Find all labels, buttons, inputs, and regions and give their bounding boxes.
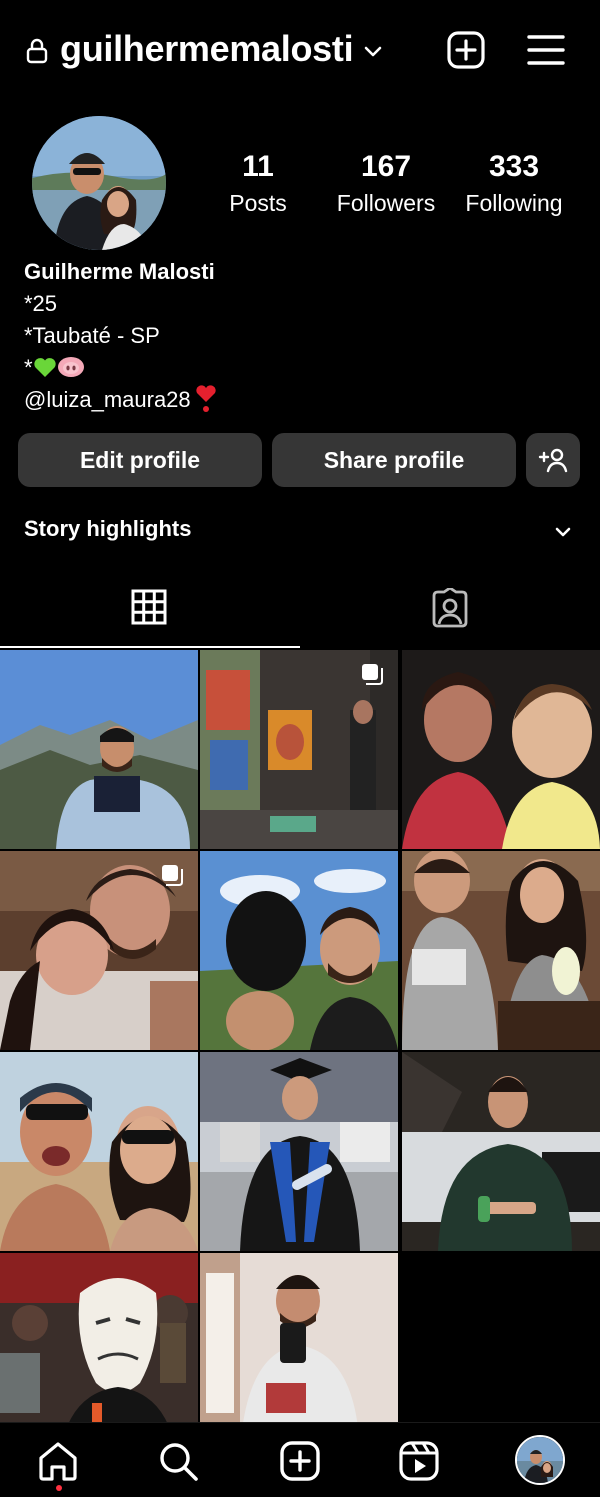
post-thumbnail[interactable] <box>402 851 600 1050</box>
pig-nose-icon <box>57 357 84 377</box>
account-switcher[interactable]: guilhermemalosti <box>60 28 354 70</box>
chevron-down-icon[interactable] <box>553 522 573 542</box>
create-icon[interactable] <box>278 1439 322 1483</box>
avatar-photo <box>32 116 166 250</box>
bio-line-location: *Taubaté - SP <box>24 323 160 348</box>
post-thumbnail[interactable] <box>0 1052 198 1251</box>
post-thumbnail[interactable] <box>402 1052 600 1251</box>
posts-count-value: 11 <box>242 150 274 183</box>
post-thumbnail[interactable] <box>200 650 398 849</box>
add-person-icon <box>538 448 568 473</box>
profile-avatar-icon[interactable] <box>515 1435 565 1485</box>
post-thumbnail[interactable] <box>200 1052 398 1251</box>
edit-profile-button[interactable]: Edit profile <box>18 433 262 487</box>
home-icon[interactable] <box>36 1439 80 1483</box>
avatar <box>517 1437 563 1483</box>
carousel-icon <box>362 664 383 685</box>
post-thumbnail[interactable] <box>200 851 398 1050</box>
post-image <box>402 851 600 1050</box>
post-image <box>200 851 398 1050</box>
tab-tagged[interactable] <box>300 568 600 648</box>
post-image <box>200 1052 398 1251</box>
following-count[interactable]: 333 Following <box>456 150 572 217</box>
bottom-navigation <box>0 1422 600 1497</box>
tagged-person-icon <box>432 588 468 628</box>
followers-count-label: Followers <box>336 190 436 216</box>
search-icon[interactable] <box>156 1439 200 1483</box>
bio-line-emoji: * <box>24 352 584 384</box>
notification-dot <box>56 1485 62 1491</box>
top-bar: guilhermemalosti <box>0 0 600 100</box>
followers-count[interactable]: 167 Followers <box>326 150 446 217</box>
tab-posts-grid[interactable] <box>0 568 300 648</box>
profile-avatar[interactable] <box>32 116 166 250</box>
profile-display-name: Guilherme Malosti <box>24 259 215 284</box>
chevron-down-icon[interactable] <box>362 40 384 62</box>
hamburger-menu-icon[interactable] <box>526 32 566 68</box>
bio-line-mention: @luiza_maura28 <box>24 384 584 416</box>
grid-icon <box>131 589 167 625</box>
followers-count-value: 167 <box>360 150 412 183</box>
post-image <box>0 650 198 849</box>
bio-line-age: *25 <box>24 291 58 316</box>
posts-count[interactable]: 11 Posts <box>214 150 302 217</box>
post-image <box>402 650 600 849</box>
post-thumbnail[interactable] <box>402 650 600 849</box>
following-count-value: 333 <box>488 150 540 183</box>
post-image <box>0 1052 198 1251</box>
post-thumbnail[interactable] <box>0 650 198 849</box>
posts-count-label: Posts <box>229 190 287 216</box>
mention-link[interactable]: @luiza_maura28 <box>24 387 191 412</box>
share-profile-button[interactable]: Share profile <box>272 433 516 487</box>
red-heart-exclamation-icon <box>196 385 216 412</box>
reels-icon[interactable] <box>397 1439 441 1483</box>
following-count-label: Following <box>465 190 563 216</box>
post-image <box>402 1052 600 1251</box>
discover-people-button[interactable] <box>526 433 580 487</box>
lock-icon <box>26 38 48 64</box>
green-heart-icon <box>33 358 56 377</box>
profile-bio: Guilherme Malosti *25 *Taubaté - SP * @l… <box>24 256 584 416</box>
story-highlights-label[interactable]: Story highlights <box>24 516 191 542</box>
carousel-icon <box>162 865 183 886</box>
post-thumbnail[interactable] <box>0 851 198 1050</box>
bio-asterisk: * <box>24 355 33 380</box>
plus-square-icon[interactable] <box>446 30 486 70</box>
